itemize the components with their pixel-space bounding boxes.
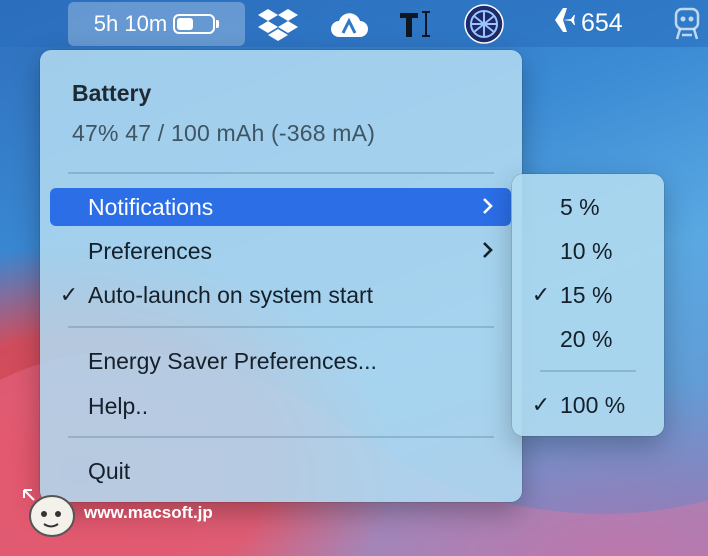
watermark: www.macsoft.jp [22,488,213,538]
flight-counter-item[interactable]: 654 [543,0,623,47]
menu-item-notifications[interactable]: Notifications [50,188,511,226]
menu-item-label: Energy Saver Preferences... [88,347,377,374]
battery-time: 5h 10m [93,11,168,36]
menu-item-auto-launch[interactable]: ✓ Auto-launch on system start [50,276,511,314]
checkmark-icon: ✓ [531,282,551,307]
battery-header: Battery 47% 47 / 100 mAh (-368 mA) [72,80,375,147]
menu-item-preferences[interactable]: Preferences [50,232,511,270]
menu-item-label: Preferences [88,237,213,264]
checkmark-icon: ✓ [59,282,79,307]
submenu-item-label: 5 % [560,193,600,220]
chevron-right-icon [481,238,511,265]
menu-separator [68,326,494,328]
menu-item-label: Auto-launch on system start [88,281,374,308]
submenu-separator [540,370,636,372]
submenu-item-label: 20 % [560,325,613,352]
submenu-item-label: 15 % [560,281,613,308]
battery-menu: Battery 47% 47 / 100 mAh (-368 mA) Notif… [40,50,522,502]
battery-detail: 47% 47 / 100 mAh (-368 mA) [72,120,376,146]
menu-bar: 5h 10m 654 [0,0,708,47]
cloud-app-icon[interactable] [330,0,368,47]
menu-item-label: Notifications [88,193,214,220]
battery-status-item[interactable]: 5h 10m [68,2,245,46]
menu-separator [68,436,494,438]
menu-separator [68,172,494,174]
submenu-item-label: 100 % [560,391,626,418]
submenu-item-label: 10 % [560,237,613,264]
battery-icon [173,14,220,34]
checkmark-icon: ✓ [531,392,551,417]
watermark-text: www.macsoft.jp [84,503,213,522]
menu-item-energy-saver[interactable]: Energy Saver Preferences... [50,342,511,380]
notifications-submenu: 5 % 10 % ✓ 15 % 20 % ✓ 100 % [512,174,664,436]
submenu-item-20-percent[interactable]: 20 % [522,319,654,359]
menu-item-label: Quit [88,457,131,484]
submenu-item-100-percent[interactable]: ✓ 100 % [522,385,654,425]
robot-icon[interactable] [672,0,702,47]
menu-item-label: Help.. [88,392,149,419]
submenu-item-5-percent[interactable]: 5 % [522,187,654,227]
dropbox-icon[interactable] [258,0,298,47]
airplane-icon [543,6,575,41]
chevron-right-icon [481,194,511,221]
globe-app-icon[interactable] [464,0,504,47]
mascot-logo-icon [23,489,75,537]
submenu-item-15-percent[interactable]: ✓ 15 % [522,275,654,315]
text-cursor-icon[interactable] [398,0,432,47]
menu-item-help[interactable]: Help.. [50,387,511,425]
menu-item-quit[interactable]: Quit [50,452,511,490]
submenu-item-10-percent[interactable]: 10 % [522,231,654,271]
battery-title: Battery [72,80,152,106]
flight-count: 654 [581,9,623,37]
